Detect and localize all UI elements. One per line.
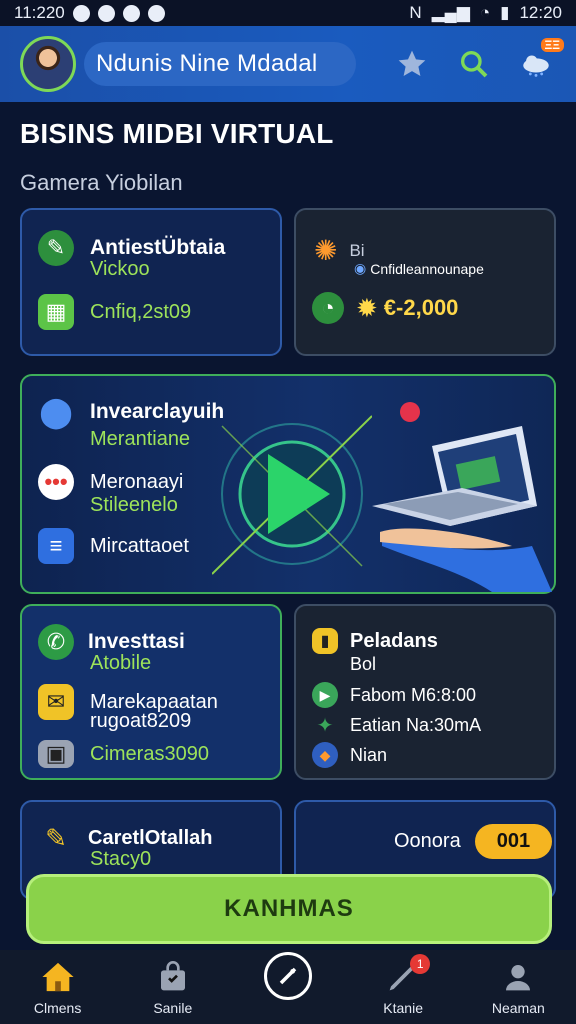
user-name: Ndunis Nine Mdadal	[96, 50, 318, 77]
play-icon: ▶	[312, 682, 338, 708]
laptop-graphic	[372, 402, 552, 592]
battery-icon: ▮	[500, 3, 510, 22]
nav-item-explore[interactable]	[240, 952, 336, 1016]
telegram-icon	[122, 4, 140, 22]
nav-label-profile: Neaman	[491, 1000, 545, 1016]
nav-item-shop[interactable]: Sanile	[125, 960, 221, 1016]
messages-badge: 1	[410, 954, 431, 974]
primary-cta-button[interactable]: KANHMAS	[26, 874, 552, 944]
tools-icon: ✎	[45, 822, 67, 853]
shopping-bag-icon	[156, 960, 190, 994]
nav-label-home: Clmens	[33, 1000, 82, 1016]
clock-icon: ◔	[312, 292, 344, 324]
chat-bubble-icon: •••	[38, 464, 74, 500]
card4-line2b: rugoat8209	[90, 710, 192, 732]
card5-line2: Fabom M6:8:00	[350, 684, 477, 705]
app-header: Ndunis Nine Mdadal ΞΞ	[0, 26, 576, 102]
card-balance[interactable]: ✺ Bi ◉ Cnfidleannounape ◔ ✹ €-2,000	[294, 208, 556, 356]
nav-item-profile[interactable]: Neaman	[470, 960, 566, 1016]
card5-line1: Bol	[350, 654, 377, 674]
status-time-left: 11:220	[14, 3, 65, 22]
profile-icon	[501, 960, 535, 994]
nav-item-messages[interactable]: 1 Ktanie	[355, 954, 451, 1016]
card-investtasi[interactable]: ✆ Investtasi Atobile ✉ Marekapaatan rugo…	[20, 604, 282, 780]
user-name-pill[interactable]: Ndunis Nine Mdadal	[84, 42, 356, 86]
card-investment-hero[interactable]: ⬤ Invearclayuih Merantiane ••• Meronaayi…	[20, 374, 556, 594]
card3-item2-title: Meronaayi	[90, 470, 184, 493]
search-icon[interactable]	[454, 44, 494, 84]
card7-label: Oonora	[394, 830, 461, 852]
card-antiest[interactable]: ✎ AntiestÜbtaia Vickoo ▦ Cnfiq,2st09	[20, 208, 282, 356]
calendar-icon: ▦	[38, 294, 74, 330]
bottom-nav: Clmens Sanile 1 Ktanie Neaman	[0, 950, 576, 1024]
title-area: BISINS MIDBI VIRTUAL Gamera Yiobilan	[20, 118, 334, 196]
page-subtitle: Gamera Yiobilan	[20, 170, 183, 195]
card6-title: CaretlOtallah	[88, 826, 213, 849]
avatar[interactable]	[20, 36, 76, 92]
play-graphic[interactable]	[212, 406, 372, 576]
page-title: BISINS MIDBI VIRTUAL	[20, 118, 334, 149]
document-icon: ≡	[38, 528, 74, 564]
card4-title: Investtasi	[88, 630, 185, 653]
card5-line3: Eatian Na:30mA	[350, 714, 482, 735]
card1-title: AntiestÜbtaia	[90, 236, 226, 259]
signal-icon: ▂▄▆	[431, 3, 470, 22]
globe-icon: ✦	[316, 714, 334, 737]
weather-badge: ΞΞ	[540, 38, 564, 52]
card4-line1: Atobile	[90, 652, 152, 674]
nav-label-messages: Ktanie	[383, 1000, 423, 1016]
card2-line1: Bi	[349, 240, 365, 260]
nfc-icon: N	[409, 3, 422, 22]
flag-icon: ◆	[312, 742, 338, 768]
sun-icon: ✺	[314, 235, 338, 266]
card-peladans[interactable]: ▮ Peladans Bol ▶ Fabom M6:8:00 ✦ Eatian …	[294, 604, 556, 780]
camera-icon: ▣	[38, 740, 74, 768]
card2-line2: Cnfidleannounape	[370, 260, 484, 277]
star-icon[interactable]	[392, 44, 432, 84]
compass-icon	[263, 952, 312, 1000]
cta-label: KANHMAS	[224, 895, 354, 922]
mail-icon: ✉	[38, 684, 74, 720]
card5-title: Peladans	[350, 629, 438, 652]
card4-line3: Cimeras3090	[90, 742, 209, 765]
nav-label-shop: Sanile	[153, 1000, 193, 1016]
notification-icon	[72, 4, 90, 22]
weather-icon[interactable]: ΞΞ	[516, 38, 564, 84]
message-icon: 1	[386, 954, 431, 994]
card5-line4: Nian	[350, 744, 388, 765]
leaf-icon: ✎	[38, 230, 74, 266]
card1-line2: Cnfiq,2st09	[90, 300, 192, 323]
nav-item-home[interactable]: Clmens	[10, 960, 106, 1016]
card7-pill[interactable]: 001	[474, 824, 553, 859]
card3-item1-sub: Merantiane	[90, 428, 191, 450]
home-icon	[41, 960, 75, 994]
status-time-right: 12:20	[519, 3, 562, 22]
status-bar: 11:220 N ▂▄▆ ◔ ▮ 12:20	[0, 0, 576, 26]
card3-item2-sub: Stileenelo	[90, 494, 178, 516]
card3-item1-title: Invearclayuih	[90, 400, 225, 423]
card3-item3-title: Mircattaoet	[90, 534, 189, 557]
wifi-icon: ◔	[479, 3, 491, 22]
info-icon: ◉	[354, 260, 367, 276]
card6-sub: Stacy0	[90, 848, 152, 870]
location-icon: ⬤	[39, 395, 73, 429]
card2-amount: €-2,000	[383, 295, 459, 320]
lock-icon: ▮	[312, 628, 338, 654]
settings-icon	[147, 4, 165, 22]
chat-icon	[97, 4, 115, 22]
coin-icon: ✹	[356, 292, 378, 323]
whatsapp-icon: ✆	[38, 624, 74, 660]
card1-line1: Vickoo	[90, 258, 150, 280]
